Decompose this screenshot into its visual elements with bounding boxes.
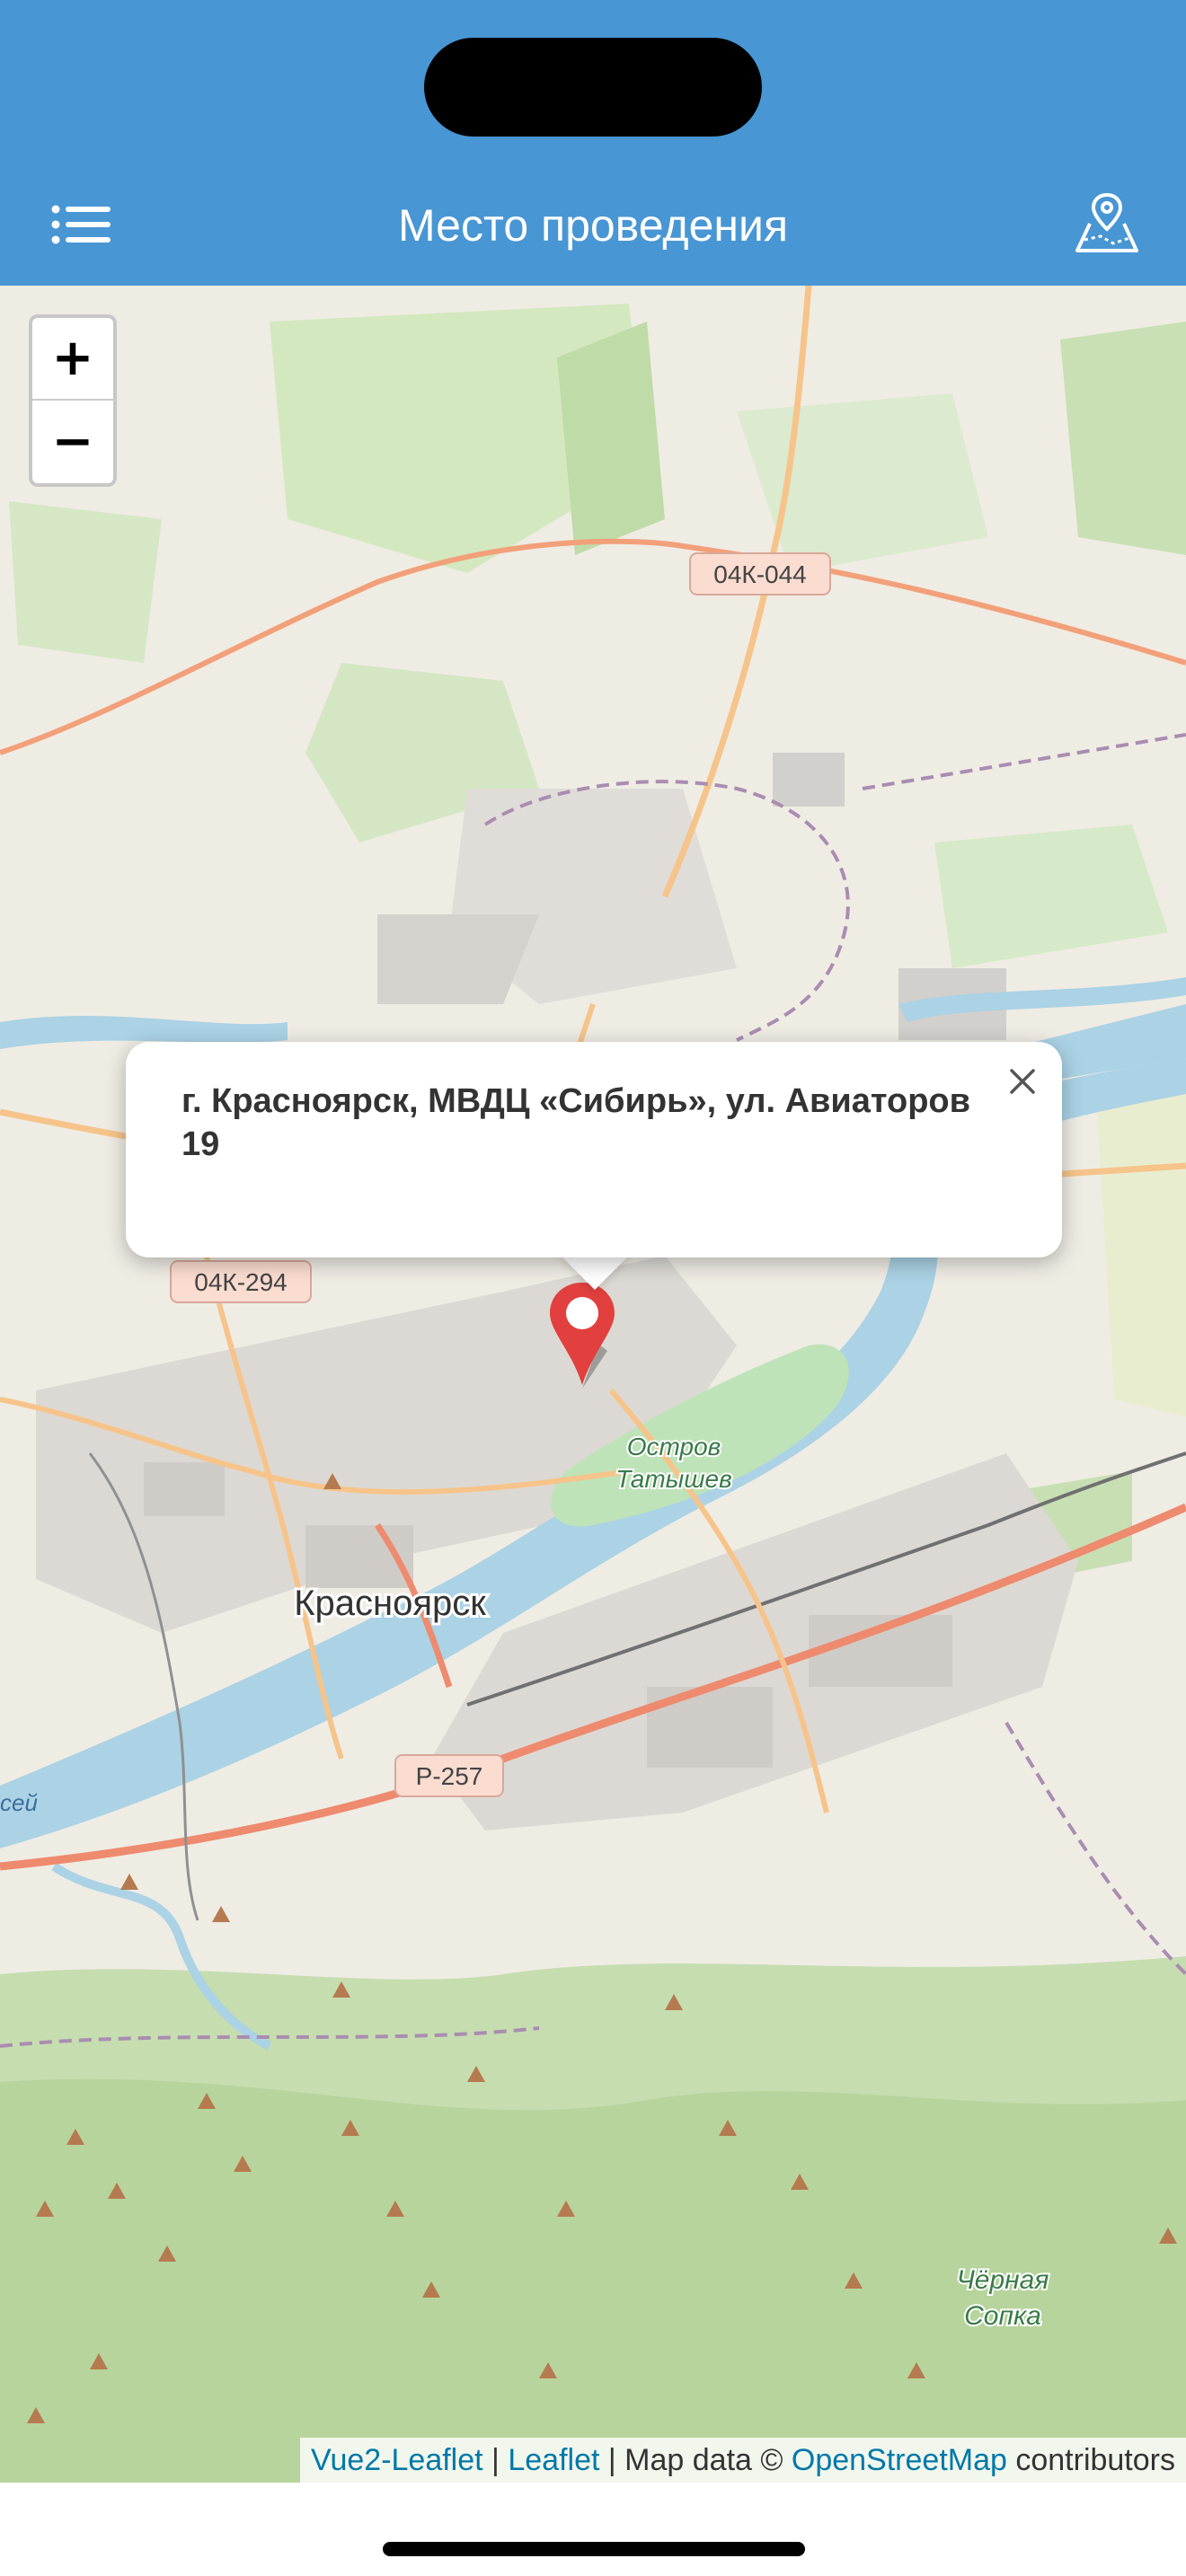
- mountain-label-line2: Сопка: [964, 2301, 1041, 2331]
- island-label-line1: Остров: [627, 1433, 721, 1460]
- road-shield-04k294: 04К-294: [170, 1260, 312, 1303]
- zoom-control: + −: [29, 314, 117, 487]
- road-shield-r257: Р-257: [394, 1754, 504, 1797]
- zoom-out-button[interactable]: −: [32, 401, 113, 483]
- road-shield-04k044: 04К-044: [689, 552, 831, 595]
- list-icon: [51, 205, 111, 244]
- map-attribution: Vue2-Leaflet | Leaflet | Map data © Open…: [300, 2438, 1186, 2483]
- app-header: Место проведения: [0, 0, 1186, 286]
- attribution-separator: |: [482, 2443, 509, 2477]
- location-marker[interactable]: [544, 1279, 620, 1390]
- attribution-map-data-text: | Map data ©: [599, 2443, 792, 2477]
- attribution-link-leaflet[interactable]: Leaflet: [508, 2443, 599, 2477]
- popup-close-button[interactable]: [997, 1056, 1048, 1107]
- location-popup: г. Красноярск, МВДЦ «Сибирь», ул. Авиато…: [126, 1042, 1062, 1257]
- city-label: Красноярск: [294, 1584, 486, 1623]
- popup-tip: [559, 1254, 631, 1290]
- device-notch: [424, 38, 762, 137]
- attribution-link-openstreetmap[interactable]: OpenStreetMap: [792, 2443, 1007, 2477]
- attribution-link-vue2-leaflet[interactable]: Vue2-Leaflet: [311, 2443, 483, 2477]
- zoom-in-button[interactable]: +: [32, 318, 113, 401]
- road-label-04k294: 04К-294: [194, 1268, 288, 1296]
- page-title: Место проведения: [397, 200, 789, 251]
- map-pin-icon: [1075, 192, 1138, 252]
- river-label-fragment: сей: [0, 1789, 38, 1816]
- map-view[interactable]: 04К-044 04К-294 Р-257 Красноярск Остров …: [0, 286, 1186, 2483]
- attribution-contributors-text: contributors: [1006, 2443, 1175, 2477]
- location-map-button[interactable]: [1060, 176, 1154, 269]
- home-indicator: [383, 2542, 805, 2556]
- menu-button[interactable]: [36, 185, 126, 264]
- island-label-line2: Татышев: [615, 1465, 731, 1493]
- mountain-label-line1: Чёрная: [957, 2265, 1049, 2295]
- close-icon: [1010, 1069, 1035, 1094]
- road-label-r257: Р-257: [416, 1762, 483, 1790]
- road-label-04k044: 04К-044: [713, 560, 807, 588]
- popup-address: г. Красноярск, МВДЦ «Сибирь», ул. Авиато…: [181, 1082, 970, 1163]
- map-marker-icon: [550, 1283, 615, 1389]
